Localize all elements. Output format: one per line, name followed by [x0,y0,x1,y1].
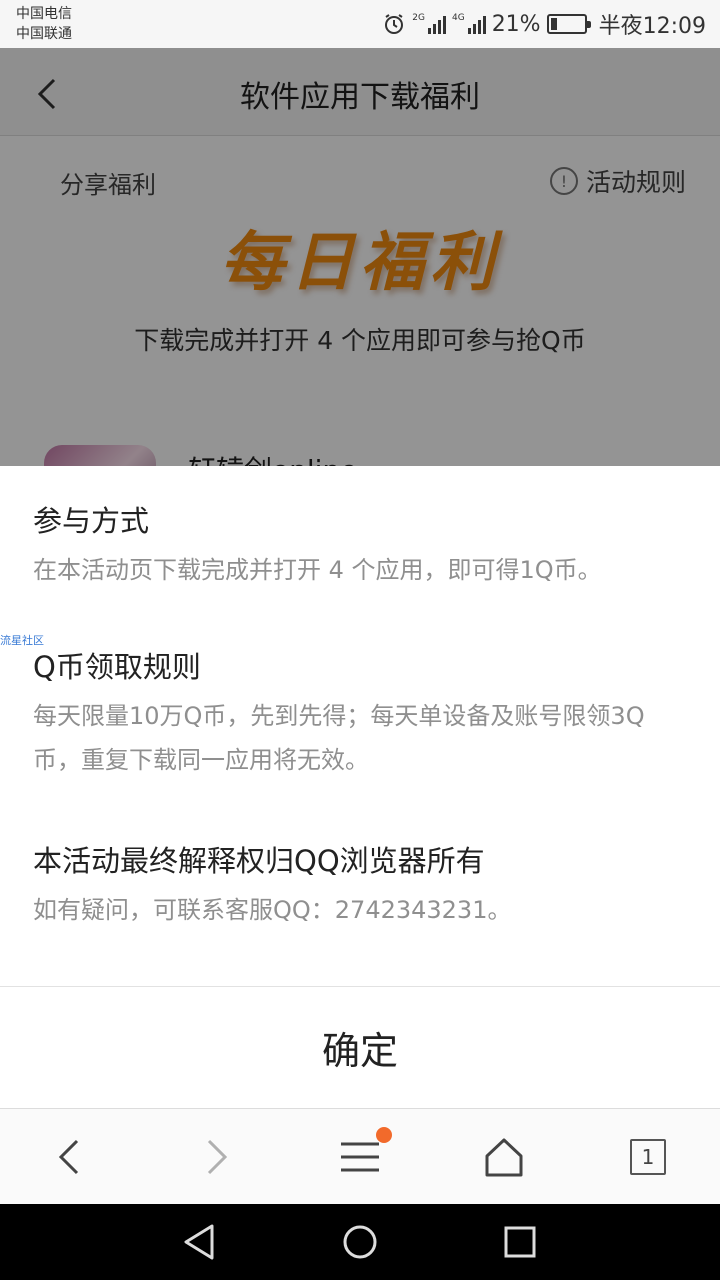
clock: 半夜12:09 [598,14,706,39]
carrier-2: 中国联通 [16,26,72,42]
alarm-icon [385,14,404,34]
modal-overlay[interactable] [0,48,720,466]
back-button[interactable] [46,1133,94,1181]
battery-fill [550,18,558,30]
battery-icon [546,14,591,34]
notification-dot [376,1127,392,1143]
home-button[interactable] [480,1133,528,1181]
system-nav-bar [0,1204,720,1280]
carrier-1: 中国电信 [16,6,72,22]
screen: 中国电信 中国联通 2G 4G 21% 半夜12:09 软件应用下载福利 分享福… [0,0,720,1280]
browser-toolbar: 1 [0,1108,720,1204]
home-icon [485,1138,523,1177]
nav-recent-apps-icon[interactable] [500,1222,540,1262]
carrier-list: 中国电信 中国联通 [16,4,72,44]
q-coin-rules-section: Q币领取规则 每天限量10万Q币，先到先得；每天单设备及账号限领3Q币，重复下载… [33,646,686,782]
menu-button[interactable] [336,1133,384,1181]
forward-icon [207,1139,228,1175]
nav-back-icon[interactable] [180,1222,220,1262]
menu-icon [341,1142,379,1172]
tabs-icon: 1 [630,1139,666,1175]
participation-section: 参与方式 在本活动页下载完成并打开 4 个应用，即可得1Q币。 [33,500,686,592]
section-heading: 参与方式 [33,504,150,538]
section-body: 每天限量10万Q币，先到先得；每天单设备及账号限领3Q币，重复下载同一应用将无效… [33,702,645,774]
confirm-button[interactable]: 确定 [0,987,720,1107]
nav-home-icon[interactable] [340,1222,380,1262]
section-body: 在本活动页下载完成并打开 4 个应用，即可得1Q币。 [33,556,602,584]
interpretation-section: 本活动最终解释权归QQ浏览器所有 如有疑问，可联系客服QQ：2742343231… [33,840,686,932]
tabs-button[interactable]: 1 [624,1133,672,1181]
signal-icon-1: 2G [412,14,446,34]
signal-icon-2: 4G [452,14,486,34]
section-body: 如有疑问，可联系客服QQ：2742343231。 [33,896,512,924]
battery-percent: 21% [491,11,541,37]
forward-button[interactable] [192,1133,240,1181]
status-bar: 中国电信 中国联通 2G 4G 21% 半夜12:09 [0,0,720,48]
back-icon [58,1139,79,1175]
signal-2-type: 4G [451,13,465,23]
rules-sheet: 参与方式 在本活动页下载完成并打开 4 个应用，即可得1Q币。 流星社区 Q币领… [0,466,720,1108]
signal-1-type: 2G [412,13,425,23]
section-heading: Q币领取规则 [33,650,201,684]
status-icons: 2G 4G 21% 半夜12:09 [382,9,706,39]
section-heading: 本活动最终解释权归QQ浏览器所有 [33,844,485,878]
